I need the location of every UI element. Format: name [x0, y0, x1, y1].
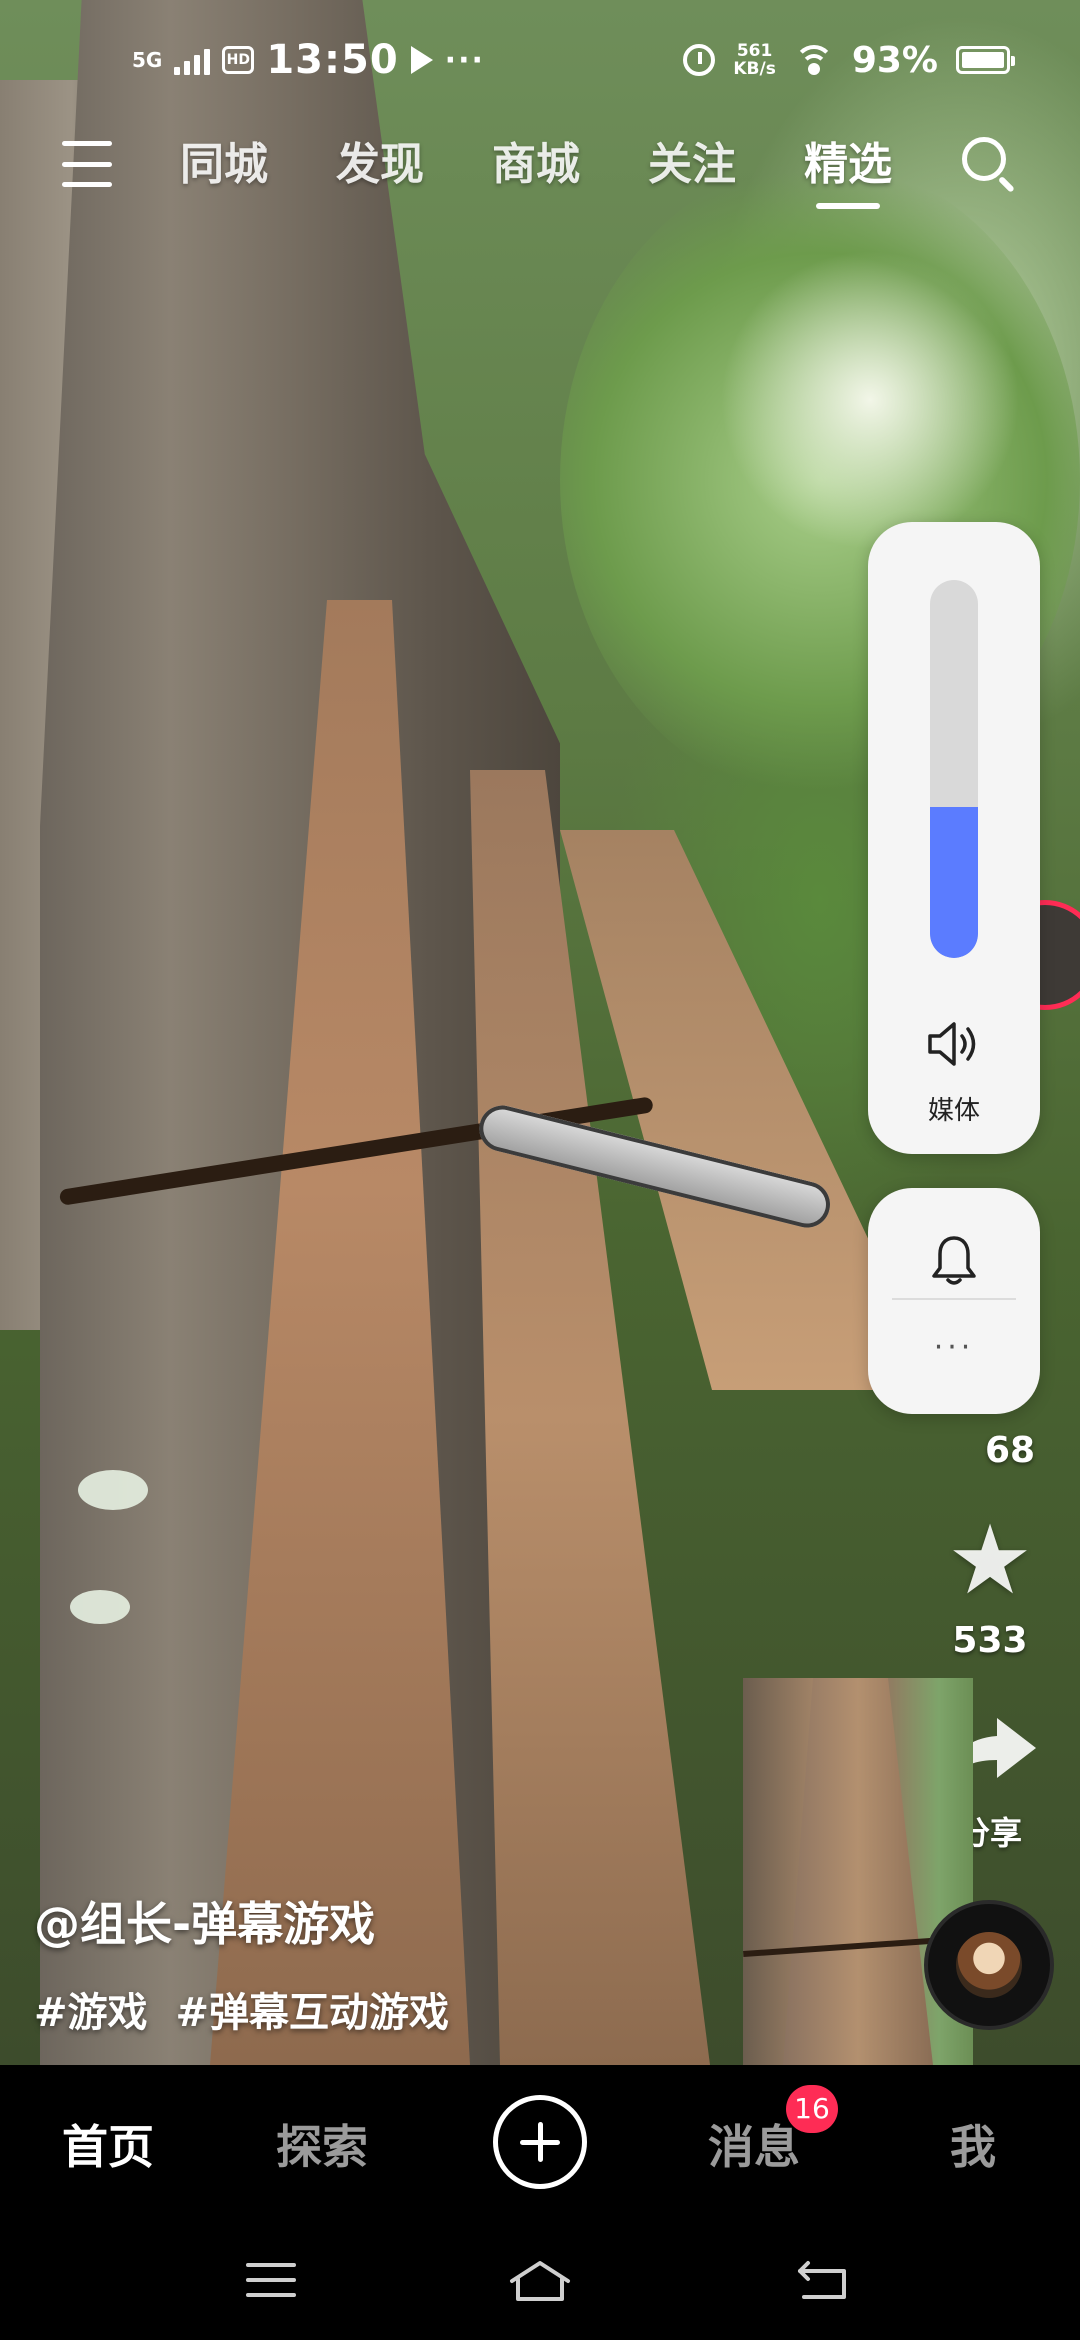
messages-badge: 16	[786, 2085, 838, 2133]
volume-type-label: 媒体	[927, 1096, 980, 1126]
music-disc[interactable]	[924, 1900, 1054, 2030]
battery-percent: 93%	[851, 39, 938, 81]
favorite-star-icon[interactable]: ★	[940, 1510, 1040, 1610]
create-post-button[interactable]	[493, 2095, 587, 2189]
net-speed: 561 KB/s	[733, 42, 775, 78]
hashtag[interactable]: #弹幕互动游戏	[175, 1990, 449, 2036]
clock: 13:50	[266, 37, 399, 83]
divider	[892, 1298, 1016, 1300]
favorite-count: 533	[952, 1620, 1028, 1661]
signal-icon	[174, 45, 211, 75]
nav-explore[interactable]: 探索	[276, 2111, 368, 2177]
wifi-icon	[793, 45, 834, 75]
volume-slider[interactable]	[930, 580, 978, 958]
hd-icon: HD	[222, 46, 255, 74]
feed-tabs: 同城 发现 商城 关注 精选	[180, 125, 960, 209]
preview-tree-trunk	[783, 1678, 933, 2065]
status-bar: 5G HD 13:50 ··· 561 KB/s 93%	[0, 30, 1080, 90]
volume-panel: 媒体	[868, 522, 1040, 1154]
tab-following[interactable]: 关注	[648, 125, 804, 205]
video-caption: @组长-弹幕游戏 #游戏 #弹幕互动游戏	[34, 1888, 449, 2038]
nav-me[interactable]: 我	[950, 2111, 996, 2177]
volume-slider-fill	[930, 806, 978, 958]
play-icon	[410, 46, 433, 74]
net-speed-value: 561	[736, 41, 773, 61]
ringer-panel: ···	[868, 1188, 1040, 1414]
bottom-nav: 首页 探索 消息 16 我	[0, 2065, 1080, 2215]
top-nav: 同城 发现 商城 关注 精选	[0, 125, 1080, 209]
hashtag-list: #游戏 #弹幕互动游戏	[34, 1980, 449, 2038]
menu-icon[interactable]	[62, 141, 112, 187]
back-icon[interactable]	[796, 2259, 850, 2301]
home-icon[interactable]	[508, 2259, 572, 2303]
system-nav-bar	[0, 2215, 1080, 2340]
author-name[interactable]: @组长-弹幕游戏	[34, 1888, 449, 1954]
hashtag[interactable]: #游戏	[34, 1990, 148, 2036]
nav-home[interactable]: 首页	[62, 2111, 154, 2177]
tab-mall[interactable]: 商城	[492, 125, 648, 205]
tab-local[interactable]: 同城	[180, 125, 336, 205]
bell-icon[interactable]	[930, 1232, 978, 1288]
app-screen: 5G HD 13:50 ··· 561 KB/s 93% 同城 发现 商城 关注…	[0, 0, 1080, 2340]
nav-messages[interactable]: 消息	[708, 2111, 800, 2177]
music-cover	[956, 1932, 1022, 1998]
leaf	[78, 1470, 148, 1510]
network-type: 5G	[132, 48, 163, 72]
battery-icon	[956, 46, 1015, 74]
comment-count: 68	[984, 1430, 1036, 1471]
more-notifications-icon: ···	[444, 42, 485, 78]
alarm-icon	[683, 44, 716, 76]
sky-light	[720, 250, 1020, 550]
speaker-icon[interactable]	[924, 1014, 984, 1074]
more-options-icon[interactable]: ···	[868, 1328, 1040, 1368]
recent-apps-icon[interactable]	[246, 2263, 296, 2297]
tab-discover[interactable]: 发现	[336, 125, 492, 205]
search-icon[interactable]	[962, 137, 1016, 193]
leaf	[70, 1590, 130, 1624]
net-speed-unit: KB/s	[733, 59, 776, 79]
tab-featured[interactable]: 精选	[804, 125, 960, 209]
